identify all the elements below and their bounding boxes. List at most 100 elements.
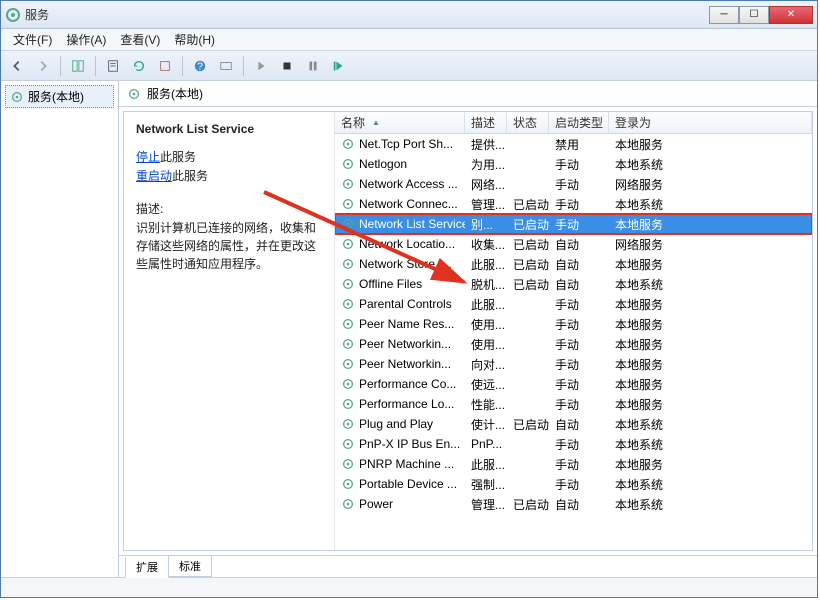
stop-service-button[interactable]	[275, 55, 299, 77]
cell-startup: 手动	[549, 176, 609, 193]
toolbar: ?	[1, 51, 817, 81]
cell-name: Network Access ...	[335, 177, 465, 191]
close-button[interactable]: ✕	[769, 6, 813, 24]
cell-startup: 自动	[549, 256, 609, 273]
table-row[interactable]: Net.Tcp Port Sh...提供...禁用本地服务	[335, 134, 812, 154]
cell-desc: 使用...	[465, 336, 507, 353]
table-row[interactable]: Peer Networkin...向对...手动本地服务	[335, 354, 812, 374]
menu-file[interactable]: 文件(F)	[7, 29, 58, 50]
description-text: 识别计算机已连接的网络，收集和存储这些网络的属性，并在更改这些属性时通知应用程序…	[136, 219, 322, 273]
back-button[interactable]	[5, 55, 29, 77]
menu-view[interactable]: 查看(V)	[114, 29, 166, 50]
start-service-button[interactable]	[249, 55, 273, 77]
col-header-logon[interactable]: 登录为	[609, 112, 812, 133]
cell-logon: 网络服务	[609, 236, 812, 253]
cell-name: Offline Files	[335, 277, 465, 291]
cell-status: 已启动	[507, 276, 549, 293]
cell-logon: 本地服务	[609, 396, 812, 413]
toolbar-icon[interactable]	[214, 55, 238, 77]
table-row[interactable]: Netlogon为用...手动本地系统	[335, 154, 812, 174]
table-row[interactable]: Parental Controls此服...手动本地服务	[335, 294, 812, 314]
refresh-button[interactable]	[127, 55, 151, 77]
cell-name: Peer Networkin...	[335, 337, 465, 351]
table-row[interactable]: Network Locatio...收集...已启动自动网络服务	[335, 234, 812, 254]
export-button[interactable]	[153, 55, 177, 77]
table-row[interactable]: Network Store I...此服...已启动自动本地服务	[335, 254, 812, 274]
col-header-startup[interactable]: 启动类型	[549, 112, 609, 133]
cell-logon: 本地服务	[609, 456, 812, 473]
table-row[interactable]: Network List Service别...已启动手动本地服务	[335, 214, 812, 234]
cell-desc: 提供...	[465, 136, 507, 153]
grid-header: 名称 描述 状态 启动类型 登录为	[335, 112, 812, 134]
help-button[interactable]: ?	[188, 55, 212, 77]
cell-status: 已启动	[507, 196, 549, 213]
cell-name: Portable Device ...	[335, 477, 465, 491]
restart-link[interactable]: 重启动	[136, 169, 172, 183]
titlebar[interactable]: 服务 ─ ☐ ✕	[1, 1, 817, 29]
services-window: 服务 ─ ☐ ✕ 文件(F) 操作(A) 查看(V) 帮助(H) ?	[0, 0, 818, 598]
cell-name: Netlogon	[335, 157, 465, 171]
cell-desc: 性能...	[465, 396, 507, 413]
cell-desc: 强制...	[465, 476, 507, 493]
show-hide-tree-button[interactable]	[66, 55, 90, 77]
table-row[interactable]: Power管理...已启动自动本地系统	[335, 494, 812, 514]
cell-name: Plug and Play	[335, 417, 465, 431]
cell-startup: 手动	[549, 196, 609, 213]
properties-button[interactable]	[101, 55, 125, 77]
statusbar	[1, 577, 817, 597]
svg-text:?: ?	[197, 60, 203, 72]
cell-desc: PnP...	[465, 437, 507, 451]
table-row[interactable]: Network Connec...管理...已启动手动本地系统	[335, 194, 812, 214]
cell-desc: 别...	[465, 216, 507, 233]
maximize-button[interactable]: ☐	[739, 6, 769, 24]
cell-startup: 手动	[549, 336, 609, 353]
menu-help[interactable]: 帮助(H)	[168, 29, 221, 50]
cell-logon: 本地系统	[609, 196, 812, 213]
col-header-desc[interactable]: 描述	[465, 112, 507, 133]
table-row[interactable]: Peer Name Res...使用...手动本地服务	[335, 314, 812, 334]
tree-root-services[interactable]: 服务(本地)	[5, 85, 114, 108]
gear-icon	[127, 87, 141, 101]
table-row[interactable]: Offline Files脱机...已启动自动本地系统	[335, 274, 812, 294]
cell-name: Performance Lo...	[335, 397, 465, 411]
menu-action[interactable]: 操作(A)	[60, 29, 112, 50]
table-row[interactable]: Portable Device ...强制...手动本地系统	[335, 474, 812, 494]
cell-desc: 网络...	[465, 176, 507, 193]
minimize-button[interactable]: ─	[709, 6, 739, 24]
cell-startup: 自动	[549, 276, 609, 293]
col-header-status[interactable]: 状态	[507, 112, 549, 133]
cell-desc: 使远...	[465, 376, 507, 393]
cell-startup: 手动	[549, 296, 609, 313]
forward-button[interactable]	[31, 55, 55, 77]
tab-standard[interactable]: 标准	[168, 556, 212, 577]
selected-service-name: Network List Service	[136, 122, 322, 136]
cell-startup: 手动	[549, 396, 609, 413]
pause-service-button[interactable]	[301, 55, 325, 77]
cell-desc: 使计...	[465, 416, 507, 433]
cell-name: Network Connec...	[335, 197, 465, 211]
table-row[interactable]: PNRP Machine ...此服...手动本地服务	[335, 454, 812, 474]
stop-link[interactable]: 停止	[136, 150, 160, 164]
tab-extended[interactable]: 扩展	[125, 557, 169, 578]
cell-desc: 为用...	[465, 156, 507, 173]
table-row[interactable]: Plug and Play使计...已启动自动本地系统	[335, 414, 812, 434]
cell-logon: 本地服务	[609, 216, 812, 233]
content-title: 服务(本地)	[147, 85, 203, 102]
cell-logon: 网络服务	[609, 176, 812, 193]
table-row[interactable]: Performance Co...使远...手动本地服务	[335, 374, 812, 394]
cell-startup: 手动	[549, 316, 609, 333]
table-row[interactable]: Network Access ...网络... 手动网络服务	[335, 174, 812, 194]
col-header-name[interactable]: 名称	[335, 112, 465, 133]
table-row[interactable]: Peer Networkin...使用...手动本地服务	[335, 334, 812, 354]
cell-startup: 自动	[549, 416, 609, 433]
cell-name: Peer Networkin...	[335, 357, 465, 371]
cell-desc: 此服...	[465, 256, 507, 273]
cell-status: 已启动	[507, 496, 549, 513]
table-row[interactable]: PnP-X IP Bus En...PnP...手动本地系统	[335, 434, 812, 454]
cell-logon: 本地系统	[609, 496, 812, 513]
grid-body[interactable]: Net.Tcp Port Sh...提供...禁用本地服务Netlogon为用.…	[335, 134, 812, 550]
cell-startup: 手动	[549, 376, 609, 393]
table-row[interactable]: Performance Lo...性能... 手动本地服务	[335, 394, 812, 414]
cell-startup: 自动	[549, 236, 609, 253]
restart-service-button[interactable]	[327, 55, 351, 77]
